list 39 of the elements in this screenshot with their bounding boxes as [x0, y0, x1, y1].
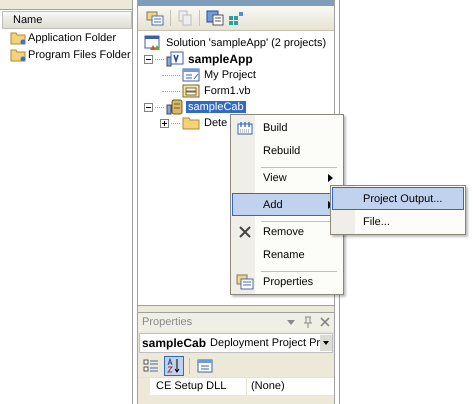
dropdown-icon: [322, 340, 330, 346]
folder-icon: [10, 48, 26, 62]
menu-item[interactable]: Rename: [232, 243, 342, 266]
form-icon: [182, 83, 200, 99]
submenu-arrow-icon: [328, 174, 333, 182]
menu-item[interactable]: Build: [232, 116, 342, 139]
panel-title: Properties: [142, 316, 192, 328]
build-icon: [237, 120, 253, 136]
solution-icon: [144, 35, 162, 51]
project-properties-icon: [182, 67, 200, 83]
vb-project-icon: [166, 51, 184, 67]
collapse-icon[interactable]: [144, 54, 153, 64]
folder-icon: [10, 30, 26, 44]
view-code-icon[interactable]: [206, 10, 224, 26]
folder-label[interactable]: Application Folder: [28, 32, 116, 44]
folder-icon: [182, 115, 200, 131]
menu-item[interactable]: Project Output...: [332, 187, 464, 210]
menu-item[interactable]: Rebuild: [232, 139, 342, 162]
expand-icon[interactable]: [160, 118, 169, 128]
tree-item[interactable]: sampleCab: [186, 101, 246, 113]
tree-item[interactable]: Solution 'sampleApp' (2 projects): [164, 37, 328, 49]
property-value[interactable]: (None): [247, 378, 285, 395]
pin-icon[interactable]: [303, 316, 313, 328]
cab-project-icon: [166, 99, 184, 115]
tree-item[interactable]: Dete: [202, 117, 230, 129]
object-selector[interactable]: sampleCab Deployment Project Pr: [139, 333, 333, 353]
property-name: CE Setup DLL: [138, 378, 247, 395]
folder-label[interactable]: Program Files Folder: [28, 48, 131, 60]
column-header[interactable]: Name: [2, 11, 132, 29]
dropdown-icon[interactable]: [286, 317, 296, 327]
properties-icon[interactable]: [146, 10, 164, 26]
collapse-icon[interactable]: [144, 102, 153, 112]
properties-icon: [236, 274, 254, 290]
alphabetical-button[interactable]: [164, 356, 184, 376]
tree-item[interactable]: sampleApp: [186, 52, 255, 66]
close-icon[interactable]: [320, 317, 330, 327]
tree-item[interactable]: Form1.vb: [202, 85, 252, 97]
delete-icon: [238, 224, 252, 238]
tree-item[interactable]: My Project: [202, 69, 258, 81]
